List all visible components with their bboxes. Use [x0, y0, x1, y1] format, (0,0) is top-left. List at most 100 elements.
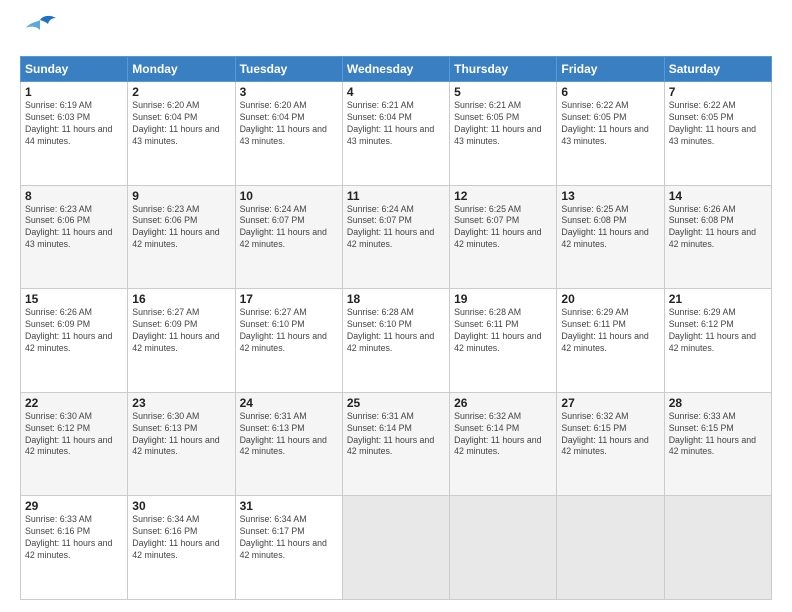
calendar-cell: 22 Sunrise: 6:30 AM Sunset: 6:12 PM Dayl…	[21, 392, 128, 496]
calendar-cell: 11 Sunrise: 6:24 AM Sunset: 6:07 PM Dayl…	[342, 185, 449, 289]
day-detail: Sunrise: 6:23 AM Sunset: 6:06 PM Dayligh…	[132, 204, 230, 252]
calendar-cell: 20 Sunrise: 6:29 AM Sunset: 6:11 PM Dayl…	[557, 289, 664, 393]
day-number: 4	[347, 85, 445, 99]
sunset-label: Sunset: 6:03 PM	[25, 112, 90, 122]
day-detail: Sunrise: 6:30 AM Sunset: 6:12 PM Dayligh…	[25, 411, 123, 459]
day-detail: Sunrise: 6:34 AM Sunset: 6:16 PM Dayligh…	[132, 514, 230, 562]
calendar-cell: 30 Sunrise: 6:34 AM Sunset: 6:16 PM Dayl…	[128, 496, 235, 600]
calendar-cell	[557, 496, 664, 600]
sunset-label: Sunset: 6:07 PM	[454, 215, 519, 225]
day-number: 18	[347, 292, 445, 306]
sunrise-label: Sunrise: 6:21 AM	[454, 100, 521, 110]
sunrise-label: Sunrise: 6:30 AM	[25, 411, 92, 421]
calendar-cell: 17 Sunrise: 6:27 AM Sunset: 6:10 PM Dayl…	[235, 289, 342, 393]
sunrise-label: Sunrise: 6:26 AM	[25, 307, 92, 317]
sunrise-label: Sunrise: 6:24 AM	[240, 204, 307, 214]
day-detail: Sunrise: 6:26 AM Sunset: 6:08 PM Dayligh…	[669, 204, 767, 252]
sunrise-label: Sunrise: 6:19 AM	[25, 100, 92, 110]
calendar-cell: 12 Sunrise: 6:25 AM Sunset: 6:07 PM Dayl…	[450, 185, 557, 289]
day-detail: Sunrise: 6:28 AM Sunset: 6:10 PM Dayligh…	[347, 307, 445, 355]
calendar-header: Sunday Monday Tuesday Wednesday Thursday…	[21, 57, 772, 82]
sunrise-label: Sunrise: 6:32 AM	[561, 411, 628, 421]
daylight-label: Daylight: 11 hours and 42 minutes.	[347, 331, 434, 353]
day-detail: Sunrise: 6:29 AM Sunset: 6:11 PM Dayligh…	[561, 307, 659, 355]
day-number: 6	[561, 85, 659, 99]
sunrise-label: Sunrise: 6:28 AM	[347, 307, 414, 317]
daylight-label: Daylight: 11 hours and 43 minutes.	[25, 227, 112, 249]
day-number: 13	[561, 189, 659, 203]
calendar-cell: 24 Sunrise: 6:31 AM Sunset: 6:13 PM Dayl…	[235, 392, 342, 496]
calendar-cell: 28 Sunrise: 6:33 AM Sunset: 6:15 PM Dayl…	[664, 392, 771, 496]
sunset-label: Sunset: 6:15 PM	[561, 423, 626, 433]
day-number: 15	[25, 292, 123, 306]
sunrise-label: Sunrise: 6:29 AM	[561, 307, 628, 317]
sunrise-label: Sunrise: 6:21 AM	[347, 100, 414, 110]
calendar-cell: 10 Sunrise: 6:24 AM Sunset: 6:07 PM Dayl…	[235, 185, 342, 289]
col-wednesday: Wednesday	[342, 57, 449, 82]
day-number: 24	[240, 396, 338, 410]
day-detail: Sunrise: 6:21 AM Sunset: 6:04 PM Dayligh…	[347, 100, 445, 148]
day-number: 11	[347, 189, 445, 203]
sunrise-label: Sunrise: 6:32 AM	[454, 411, 521, 421]
day-detail: Sunrise: 6:34 AM Sunset: 6:17 PM Dayligh…	[240, 514, 338, 562]
calendar-cell: 13 Sunrise: 6:25 AM Sunset: 6:08 PM Dayl…	[557, 185, 664, 289]
calendar-cell: 8 Sunrise: 6:23 AM Sunset: 6:06 PM Dayli…	[21, 185, 128, 289]
sunset-label: Sunset: 6:06 PM	[25, 215, 90, 225]
col-sunday: Sunday	[21, 57, 128, 82]
calendar-cell: 18 Sunrise: 6:28 AM Sunset: 6:10 PM Dayl…	[342, 289, 449, 393]
sunset-label: Sunset: 6:04 PM	[132, 112, 197, 122]
sunrise-label: Sunrise: 6:31 AM	[240, 411, 307, 421]
sunrise-label: Sunrise: 6:20 AM	[240, 100, 307, 110]
sunrise-label: Sunrise: 6:22 AM	[669, 100, 736, 110]
day-detail: Sunrise: 6:33 AM Sunset: 6:16 PM Dayligh…	[25, 514, 123, 562]
sunset-label: Sunset: 6:04 PM	[240, 112, 305, 122]
daylight-label: Daylight: 11 hours and 42 minutes.	[240, 538, 327, 560]
day-detail: Sunrise: 6:20 AM Sunset: 6:04 PM Dayligh…	[132, 100, 230, 148]
day-detail: Sunrise: 6:29 AM Sunset: 6:12 PM Dayligh…	[669, 307, 767, 355]
col-friday: Friday	[557, 57, 664, 82]
sunset-label: Sunset: 6:04 PM	[347, 112, 412, 122]
calendar-week-row: 15 Sunrise: 6:26 AM Sunset: 6:09 PM Dayl…	[21, 289, 772, 393]
day-number: 1	[25, 85, 123, 99]
calendar-cell: 16 Sunrise: 6:27 AM Sunset: 6:09 PM Dayl…	[128, 289, 235, 393]
calendar-cell: 21 Sunrise: 6:29 AM Sunset: 6:12 PM Dayl…	[664, 289, 771, 393]
day-number: 27	[561, 396, 659, 410]
sunrise-label: Sunrise: 6:23 AM	[25, 204, 92, 214]
daylight-label: Daylight: 11 hours and 44 minutes.	[25, 124, 112, 146]
sunrise-label: Sunrise: 6:27 AM	[132, 307, 199, 317]
sunset-label: Sunset: 6:09 PM	[25, 319, 90, 329]
day-detail: Sunrise: 6:25 AM Sunset: 6:07 PM Dayligh…	[454, 204, 552, 252]
day-number: 22	[25, 396, 123, 410]
sunset-label: Sunset: 6:07 PM	[347, 215, 412, 225]
col-tuesday: Tuesday	[235, 57, 342, 82]
day-number: 7	[669, 85, 767, 99]
sunset-label: Sunset: 6:16 PM	[25, 526, 90, 536]
daylight-label: Daylight: 11 hours and 42 minutes.	[454, 435, 541, 457]
day-number: 29	[25, 499, 123, 513]
daylight-label: Daylight: 11 hours and 42 minutes.	[669, 227, 756, 249]
sunrise-label: Sunrise: 6:34 AM	[240, 514, 307, 524]
day-detail: Sunrise: 6:30 AM Sunset: 6:13 PM Dayligh…	[132, 411, 230, 459]
calendar-body: 1 Sunrise: 6:19 AM Sunset: 6:03 PM Dayli…	[21, 82, 772, 600]
sunrise-label: Sunrise: 6:31 AM	[347, 411, 414, 421]
calendar-cell: 6 Sunrise: 6:22 AM Sunset: 6:05 PM Dayli…	[557, 82, 664, 186]
day-number: 21	[669, 292, 767, 306]
daylight-label: Daylight: 11 hours and 42 minutes.	[347, 227, 434, 249]
daylight-label: Daylight: 11 hours and 42 minutes.	[669, 331, 756, 353]
sunset-label: Sunset: 6:10 PM	[240, 319, 305, 329]
calendar-cell	[450, 496, 557, 600]
day-detail: Sunrise: 6:32 AM Sunset: 6:15 PM Dayligh…	[561, 411, 659, 459]
daylight-label: Daylight: 11 hours and 43 minutes.	[561, 124, 648, 146]
day-number: 30	[132, 499, 230, 513]
daylight-label: Daylight: 11 hours and 42 minutes.	[561, 435, 648, 457]
sunset-label: Sunset: 6:05 PM	[454, 112, 519, 122]
daylight-label: Daylight: 11 hours and 42 minutes.	[240, 331, 327, 353]
sunrise-label: Sunrise: 6:28 AM	[454, 307, 521, 317]
col-monday: Monday	[128, 57, 235, 82]
day-number: 14	[669, 189, 767, 203]
calendar-cell: 1 Sunrise: 6:19 AM Sunset: 6:03 PM Dayli…	[21, 82, 128, 186]
calendar-cell: 19 Sunrise: 6:28 AM Sunset: 6:11 PM Dayl…	[450, 289, 557, 393]
sunset-label: Sunset: 6:07 PM	[240, 215, 305, 225]
daylight-label: Daylight: 11 hours and 43 minutes.	[240, 124, 327, 146]
daylight-label: Daylight: 11 hours and 43 minutes.	[347, 124, 434, 146]
